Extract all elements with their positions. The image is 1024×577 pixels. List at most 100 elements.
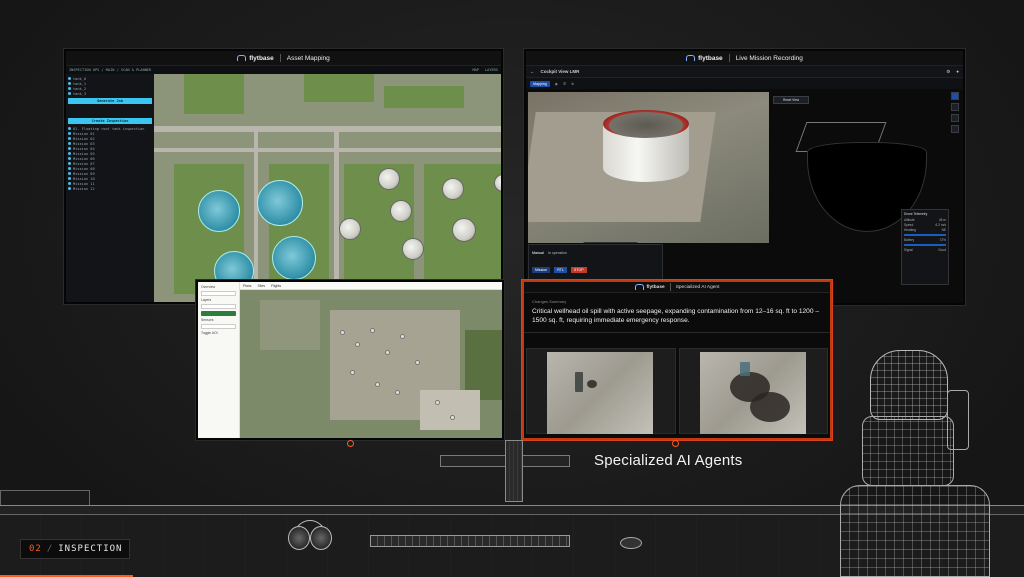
storage-tank-3d (603, 110, 689, 188)
mission-dot-icon (68, 182, 71, 185)
mapping-chip[interactable]: Mapping (530, 80, 550, 87)
sidebar-input[interactable] (201, 324, 236, 329)
telemetry-label: Signal (904, 248, 913, 252)
mouse (620, 537, 642, 549)
mission-dot-icon (68, 142, 71, 145)
sidebar-row-label: tank_3 (73, 91, 86, 96)
window-titlebar: flytbase Specialized AI Agent (524, 282, 830, 293)
tool-layer-icon[interactable] (951, 114, 959, 122)
tank-selected[interactable] (272, 236, 316, 280)
tank-marker[interactable] (415, 360, 420, 365)
rtl-button[interactable]: RTL (554, 266, 567, 273)
header-map-link[interactable]: MAP (473, 68, 480, 72)
monitor-asset-mapping: flytbase Asset Mapping INSPECTION OPS / … (64, 49, 503, 304)
brand-name: flytbase (646, 284, 665, 290)
mission-label: Mission 12 (73, 186, 95, 191)
zoom-icon[interactable]: ⊕ (571, 82, 574, 86)
tank-marker[interactable] (370, 328, 375, 333)
breadcrumb[interactable]: INSPECTION OPS / MAIN / SCAN & PLANNER (69, 68, 151, 72)
status-dot-icon (68, 77, 71, 80)
tank[interactable] (452, 218, 476, 242)
create-inspection-button[interactable]: Create Inspection (68, 118, 152, 124)
tank-marker[interactable] (435, 400, 440, 405)
map-road (254, 126, 258, 302)
sidebar-input[interactable] (201, 304, 236, 309)
generate-job-button[interactable]: Generate Job (68, 98, 152, 104)
mission-label: Mission 07 (73, 161, 95, 166)
tank-marker[interactable] (395, 390, 400, 395)
tank[interactable] (390, 200, 412, 222)
tank-marker[interactable] (355, 342, 360, 347)
mission-item[interactable]: Mission 12 (68, 186, 152, 191)
settings-gear-icon[interactable]: ⚙ (946, 69, 950, 75)
reset-view-button[interactable]: Reset View (773, 96, 809, 104)
map-field (304, 72, 374, 102)
toggle-aoi-label[interactable]: Toggle AOI (201, 331, 236, 335)
window-title: Specialized AI Agent (675, 284, 720, 290)
mission-dot-icon (68, 177, 71, 180)
power-indicator-icon (672, 440, 679, 447)
monitor-specialized-agent: flytbase Specialized AI Agent Changes Su… (522, 280, 832, 440)
tank-marker[interactable] (375, 382, 380, 387)
tank[interactable] (339, 218, 361, 240)
app-header: INSPECTION OPS / MAIN / SCAN & PLANNER M… (66, 66, 501, 74)
tab-flights[interactable]: Flights (271, 284, 281, 288)
tab-plans[interactable]: Plans (243, 284, 251, 288)
section-label: INSPECTION (58, 544, 123, 554)
chair-seat (840, 485, 990, 577)
tank-selected[interactable] (198, 190, 240, 232)
live-video-feed[interactable] (528, 92, 769, 243)
tool-select-icon[interactable] (951, 92, 959, 100)
drone-telemetry-panel: Drone Telemetry Altitude 45 m Speed 6.2 m/… (901, 209, 949, 285)
mission-dot-icon (68, 187, 71, 190)
divider (524, 332, 830, 333)
site-sidebar: Overview Layers Sensors Toggle AOI (198, 282, 240, 438)
site-satellite-map[interactable] (240, 290, 502, 438)
mission-dot-icon (68, 162, 71, 165)
changes-summary-label: Changes Summary (532, 299, 567, 304)
tab-sites[interactable]: Sites (257, 284, 265, 288)
after-photo (699, 352, 806, 434)
window-title: Live Mission Recording (735, 54, 803, 62)
header-layers-link[interactable]: LAYERS (485, 68, 498, 72)
notification-bell-icon[interactable]: ● (956, 69, 959, 74)
sidebar-row-label: tank_1 (73, 81, 86, 86)
satellite-map[interactable]: Mission "01: Floating roof tank inspecti… (154, 66, 501, 302)
tool-measure-icon[interactable] (951, 103, 959, 111)
title-separator (279, 54, 281, 62)
sidebar-green-button[interactable] (201, 311, 236, 316)
stop-button[interactable]: STOP (570, 266, 587, 273)
telemetry-label: Battery (904, 238, 915, 242)
tank-marker[interactable] (350, 370, 355, 375)
mission-label: Mission 10 (73, 176, 95, 181)
layers-icon[interactable]: ☰ (563, 82, 566, 86)
sidebar-row[interactable]: tank_3 (68, 91, 152, 96)
back-arrow-icon[interactable]: ← (530, 69, 535, 74)
logo-icon (686, 55, 696, 61)
joystick-right[interactable] (583, 242, 638, 243)
mission-label: Mission 04 (73, 146, 95, 151)
tank[interactable] (442, 178, 464, 200)
changes-summary-text: Critical wellhead oil spill with active … (532, 308, 819, 324)
comparison-images (526, 348, 828, 434)
tank[interactable] (402, 238, 424, 260)
tank-marker[interactable] (450, 415, 455, 420)
tank-selected[interactable] (257, 180, 303, 226)
cockpit-header: ← Cockpit View LMR ⚙ ● (526, 66, 963, 78)
cockpit-toolbar: Mapping ◉ ☰ ⊕ (526, 78, 963, 89)
tank[interactable] (378, 168, 400, 190)
after-image-panel[interactable] (678, 348, 828, 434)
mission-button[interactable]: Mission (532, 266, 551, 273)
chair-backrest (862, 416, 954, 486)
office-chair (832, 350, 1002, 577)
camera-icon[interactable]: ◉ (555, 82, 558, 86)
tank-marker[interactable] (385, 350, 390, 355)
before-image-panel[interactable] (526, 348, 676, 434)
brand-logo: flytbase (686, 55, 723, 62)
cockpit-title: Cockpit View LMR (540, 69, 580, 74)
tool-camera-icon[interactable] (951, 125, 959, 133)
tank-marker[interactable] (340, 330, 345, 335)
tank-marker[interactable] (400, 334, 405, 339)
sidebar-input[interactable] (201, 291, 236, 296)
mission-item[interactable]: 01. Floating roof tank inspection (68, 126, 152, 131)
